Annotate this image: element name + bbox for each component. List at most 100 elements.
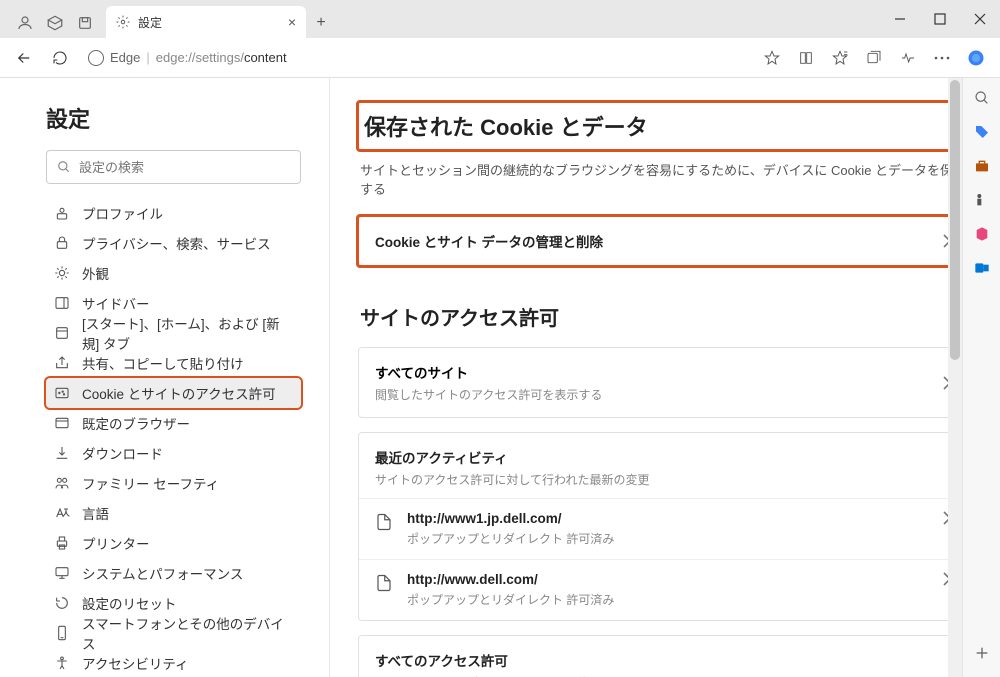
vertical-scrollbar[interactable] bbox=[948, 78, 962, 677]
sidebar-item-label: 言語 bbox=[82, 503, 109, 523]
activity-row[interactable]: http://www.dell.com/ポップアップとリダイレクト 許可済み bbox=[359, 559, 967, 620]
sidebar-item-label: 共有、コピーして貼り付け bbox=[82, 353, 244, 373]
new-tab-button[interactable]: + bbox=[306, 8, 336, 38]
copilot-icon[interactable] bbox=[960, 42, 992, 74]
browser-tab[interactable]: 設定 × bbox=[106, 6, 306, 38]
address-bar[interactable]: Edge | edge://settings/content bbox=[80, 43, 752, 73]
sidebar-item-family[interactable]: ファミリー セーフティ bbox=[46, 468, 301, 498]
workspaces-icon[interactable] bbox=[46, 14, 64, 32]
download-icon bbox=[54, 445, 70, 461]
activity-note: ポップアップとリダイレクト 許可済み bbox=[407, 591, 931, 608]
cookies-section-subtitle: サイトとセッション間の継続的なブラウジングを容易にするために、デバイスに Coo… bbox=[360, 160, 968, 198]
sidebar-item-label: 既定のブラウザー bbox=[82, 413, 190, 433]
games-icon[interactable] bbox=[972, 190, 992, 210]
sidebar-item-language[interactable]: 言語 bbox=[46, 498, 301, 528]
sidebar-item-profile[interactable]: プロファイル bbox=[46, 198, 301, 228]
sidebar-item-label: 外観 bbox=[82, 263, 109, 283]
toolbar: Edge | edge://settings/content bbox=[0, 38, 1000, 78]
favorites-list-icon[interactable] bbox=[824, 42, 856, 74]
manage-cookies-label: Cookie とサイト データの管理と削除 bbox=[375, 231, 603, 251]
sidebar-item-home[interactable]: [スタート]、[ホーム]、および [新規] タブ bbox=[46, 318, 301, 348]
sidebar-icon bbox=[54, 295, 70, 311]
sidebar-item-label: システムとパフォーマンス bbox=[82, 563, 243, 583]
tab-title: 設定 bbox=[138, 14, 162, 31]
scrollbar-thumb[interactable] bbox=[950, 80, 960, 360]
system-icon bbox=[54, 565, 70, 581]
collections-icon[interactable] bbox=[858, 42, 890, 74]
office-icon[interactable] bbox=[972, 224, 992, 244]
profile-avatar-icon[interactable] bbox=[16, 14, 34, 32]
close-window-button[interactable] bbox=[960, 0, 1000, 38]
add-rail-icon[interactable] bbox=[972, 643, 992, 663]
sidebar-item-appearance[interactable]: 外観 bbox=[46, 258, 301, 288]
cookie-icon bbox=[54, 385, 70, 401]
sidebar-item-label: 設定のリセット bbox=[82, 593, 177, 613]
sidebar-item-label: プライバシー、検索、サービス bbox=[82, 233, 271, 253]
sidebar-item-system[interactable]: システムとパフォーマンス bbox=[46, 558, 301, 588]
sidebar-item-phone[interactable]: スマートフォンとその他のデバイス bbox=[46, 618, 301, 648]
favorite-icon[interactable] bbox=[756, 42, 788, 74]
reader-icon[interactable] bbox=[790, 42, 822, 74]
settings-sidebar: 設定 プロファイルプライバシー、検索、サービス外観サイドバー[スタート]、[ホー… bbox=[0, 78, 330, 677]
settings-heading: 設定 bbox=[46, 102, 301, 134]
phone-icon bbox=[54, 625, 70, 641]
settings-content: 保存された Cookie とデータ サイトとセッション間の継続的なブラウジングを… bbox=[330, 78, 1000, 677]
maximize-button[interactable] bbox=[920, 0, 960, 38]
home-icon bbox=[54, 325, 70, 341]
activity-row[interactable]: http://www1.jp.dell.com/ポップアップとリダイレクト 許可… bbox=[359, 498, 967, 559]
performance-icon[interactable] bbox=[892, 42, 924, 74]
profile-icon bbox=[54, 205, 70, 221]
sidebar-item-label: Cookie とサイトのアクセス許可 bbox=[82, 383, 276, 403]
minimize-button[interactable] bbox=[880, 0, 920, 38]
tab-actions-icon[interactable] bbox=[76, 14, 94, 32]
search-rail-icon[interactable] bbox=[972, 88, 992, 108]
refresh-button[interactable] bbox=[44, 42, 76, 74]
sidebar-item-label: アクセシビリティ bbox=[82, 653, 189, 673]
sidebar-item-lock[interactable]: プライバシー、検索、サービス bbox=[46, 228, 301, 258]
more-icon[interactable] bbox=[926, 42, 958, 74]
addr-brand: Edge bbox=[110, 50, 140, 65]
shopping-tag-icon[interactable] bbox=[972, 122, 992, 142]
gear-icon bbox=[116, 15, 130, 29]
sidebar-item-label: プロファイル bbox=[82, 203, 163, 223]
sidebar-item-cookie[interactable]: Cookie とサイトのアクセス許可 bbox=[46, 378, 301, 408]
sidebar-item-label: プリンター bbox=[82, 533, 150, 553]
all-permissions-panel: すべてのアクセス許可 すべてのサイトに適用されるアクセス許可 bbox=[358, 635, 968, 677]
activity-url: http://www1.jp.dell.com/ bbox=[407, 511, 931, 526]
outlook-icon[interactable] bbox=[972, 258, 992, 278]
file-icon bbox=[375, 574, 395, 594]
search-icon bbox=[57, 160, 71, 174]
cookies-section-title: 保存された Cookie とデータ bbox=[358, 102, 968, 150]
search-field[interactable] bbox=[79, 160, 290, 175]
language-icon bbox=[54, 505, 70, 521]
sidebar-item-printer[interactable]: プリンター bbox=[46, 528, 301, 558]
printer-icon bbox=[54, 535, 70, 551]
sidebar-item-label: サイドバー bbox=[82, 293, 150, 313]
manage-cookies-row[interactable]: Cookie とサイト データの管理と削除 bbox=[358, 216, 968, 266]
all-sites-sub: 閲覧したサイトのアクセス許可を表示する bbox=[375, 386, 602, 403]
search-settings-input[interactable] bbox=[46, 150, 301, 184]
sidebar-item-label: ダウンロード bbox=[82, 443, 163, 463]
side-rail bbox=[962, 78, 1000, 677]
sidebar-item-label: [スタート]、[ホーム]、および [新規] タブ bbox=[82, 313, 293, 353]
all-sites-label: すべてのサイト bbox=[375, 362, 602, 382]
back-button[interactable] bbox=[8, 42, 40, 74]
all-sites-row[interactable]: すべてのサイト 閲覧したサイトのアクセス許可を表示する bbox=[358, 347, 968, 418]
recent-activity-label: 最近のアクティビティ bbox=[375, 447, 951, 467]
activity-url: http://www.dell.com/ bbox=[407, 572, 931, 587]
share-icon bbox=[54, 355, 70, 371]
all-permissions-label: すべてのアクセス許可 bbox=[375, 650, 951, 670]
toolbox-icon[interactable] bbox=[972, 156, 992, 176]
browser-icon bbox=[54, 415, 70, 431]
recent-activity-sub: サイトのアクセス許可に対して行われた最新の変更 bbox=[375, 471, 951, 488]
sidebar-item-download[interactable]: ダウンロード bbox=[46, 438, 301, 468]
edge-logo-icon bbox=[88, 50, 104, 66]
sidebar-item-label: スマートフォンとその他のデバイス bbox=[82, 613, 293, 653]
recent-activity-panel: 最近のアクティビティ サイトのアクセス許可に対して行われた最新の変更 http:… bbox=[358, 432, 968, 621]
titlebar: 設定 × + bbox=[0, 0, 1000, 38]
lock-icon bbox=[54, 235, 70, 251]
family-icon bbox=[54, 475, 70, 491]
close-tab-icon[interactable]: × bbox=[288, 14, 296, 30]
site-permissions-heading: サイトのアクセス許可 bbox=[360, 302, 968, 331]
sidebar-item-browser[interactable]: 既定のブラウザー bbox=[46, 408, 301, 438]
